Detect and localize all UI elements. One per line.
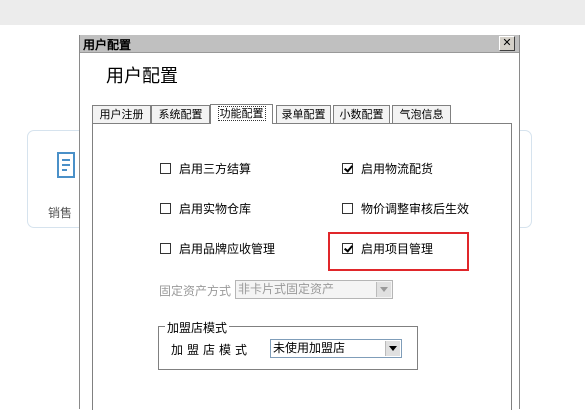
- franchise-mode-label: 加盟店模式: [171, 343, 252, 357]
- franchise-mode-group: 加盟店模式 加盟店模式 未使用加盟店: [158, 319, 418, 370]
- dialog-title: 用户配置: [83, 38, 132, 52]
- checkbox-price-adjust-review[interactable]: 物价调整审核后生效: [342, 200, 469, 217]
- checkbox-box[interactable]: [160, 163, 171, 174]
- dialog-titlebar[interactable]: 用户配置 ✕: [80, 35, 519, 53]
- checkbox-logistics-distribution[interactable]: 启用物流配货: [342, 160, 433, 177]
- checkbox-label: 启用物流配货: [361, 162, 434, 176]
- tab-system-config[interactable]: 系统配置: [151, 105, 210, 123]
- close-button[interactable]: ✕: [499, 36, 515, 51]
- chevron-down-icon[interactable]: [385, 341, 400, 356]
- checkbox-box[interactable]: [160, 203, 171, 214]
- checkbox-label: 物价调整审核后生效: [361, 202, 470, 216]
- chevron-down-icon[interactable]: [376, 282, 391, 297]
- close-icon: ✕: [502, 36, 512, 49]
- franchise-group-title: 加盟店模式: [165, 319, 230, 336]
- checkbox-label: 启用实物仓库: [179, 202, 252, 216]
- function-config-panel: 启用三方结算 启用物流配货 启用实物仓库 物价调整审核后生效 启用品牌应收管理 …: [92, 123, 512, 410]
- tab-function-config[interactable]: 功能配置: [210, 104, 273, 124]
- annotation-highlight-box: [328, 232, 469, 271]
- checkbox-label: 启用品牌应收管理: [179, 242, 276, 256]
- background-top-bar: [0, 0, 585, 25]
- tab-user-register[interactable]: 用户注册: [92, 105, 151, 123]
- checkbox-box[interactable]: [342, 163, 353, 174]
- user-config-dialog: 用户配置 ✕ 用户配置 用户注册 系统配置 功能配置 录单配置 小数配置 气泡信…: [79, 35, 520, 410]
- checkbox-box[interactable]: [342, 203, 353, 214]
- document-icon: [57, 152, 75, 178]
- fixed-asset-label: 固定资产方式: [159, 284, 232, 298]
- background-card-label: 销售: [48, 206, 73, 220]
- franchise-mode-value: 未使用加盟店: [273, 341, 346, 355]
- checkbox-box[interactable]: [160, 243, 171, 254]
- tab-bubble-info[interactable]: 气泡信息: [392, 105, 451, 123]
- fixed-asset-select[interactable]: 非卡片式固定资产: [235, 280, 393, 299]
- checkbox-label: 启用三方结算: [179, 162, 252, 176]
- tab-entry-config[interactable]: 录单配置: [276, 105, 331, 123]
- page-heading: 用户配置: [106, 66, 178, 87]
- tab-decimal-config[interactable]: 小数配置: [333, 105, 390, 123]
- checkbox-physical-warehouse[interactable]: 启用实物仓库: [160, 200, 251, 217]
- fixed-asset-value: 非卡片式固定资产: [238, 282, 335, 296]
- checkbox-brand-receivable[interactable]: 启用品牌应收管理: [160, 240, 275, 257]
- checkbox-three-party-settlement[interactable]: 启用三方结算: [160, 160, 251, 177]
- franchise-mode-select[interactable]: 未使用加盟店: [270, 339, 402, 358]
